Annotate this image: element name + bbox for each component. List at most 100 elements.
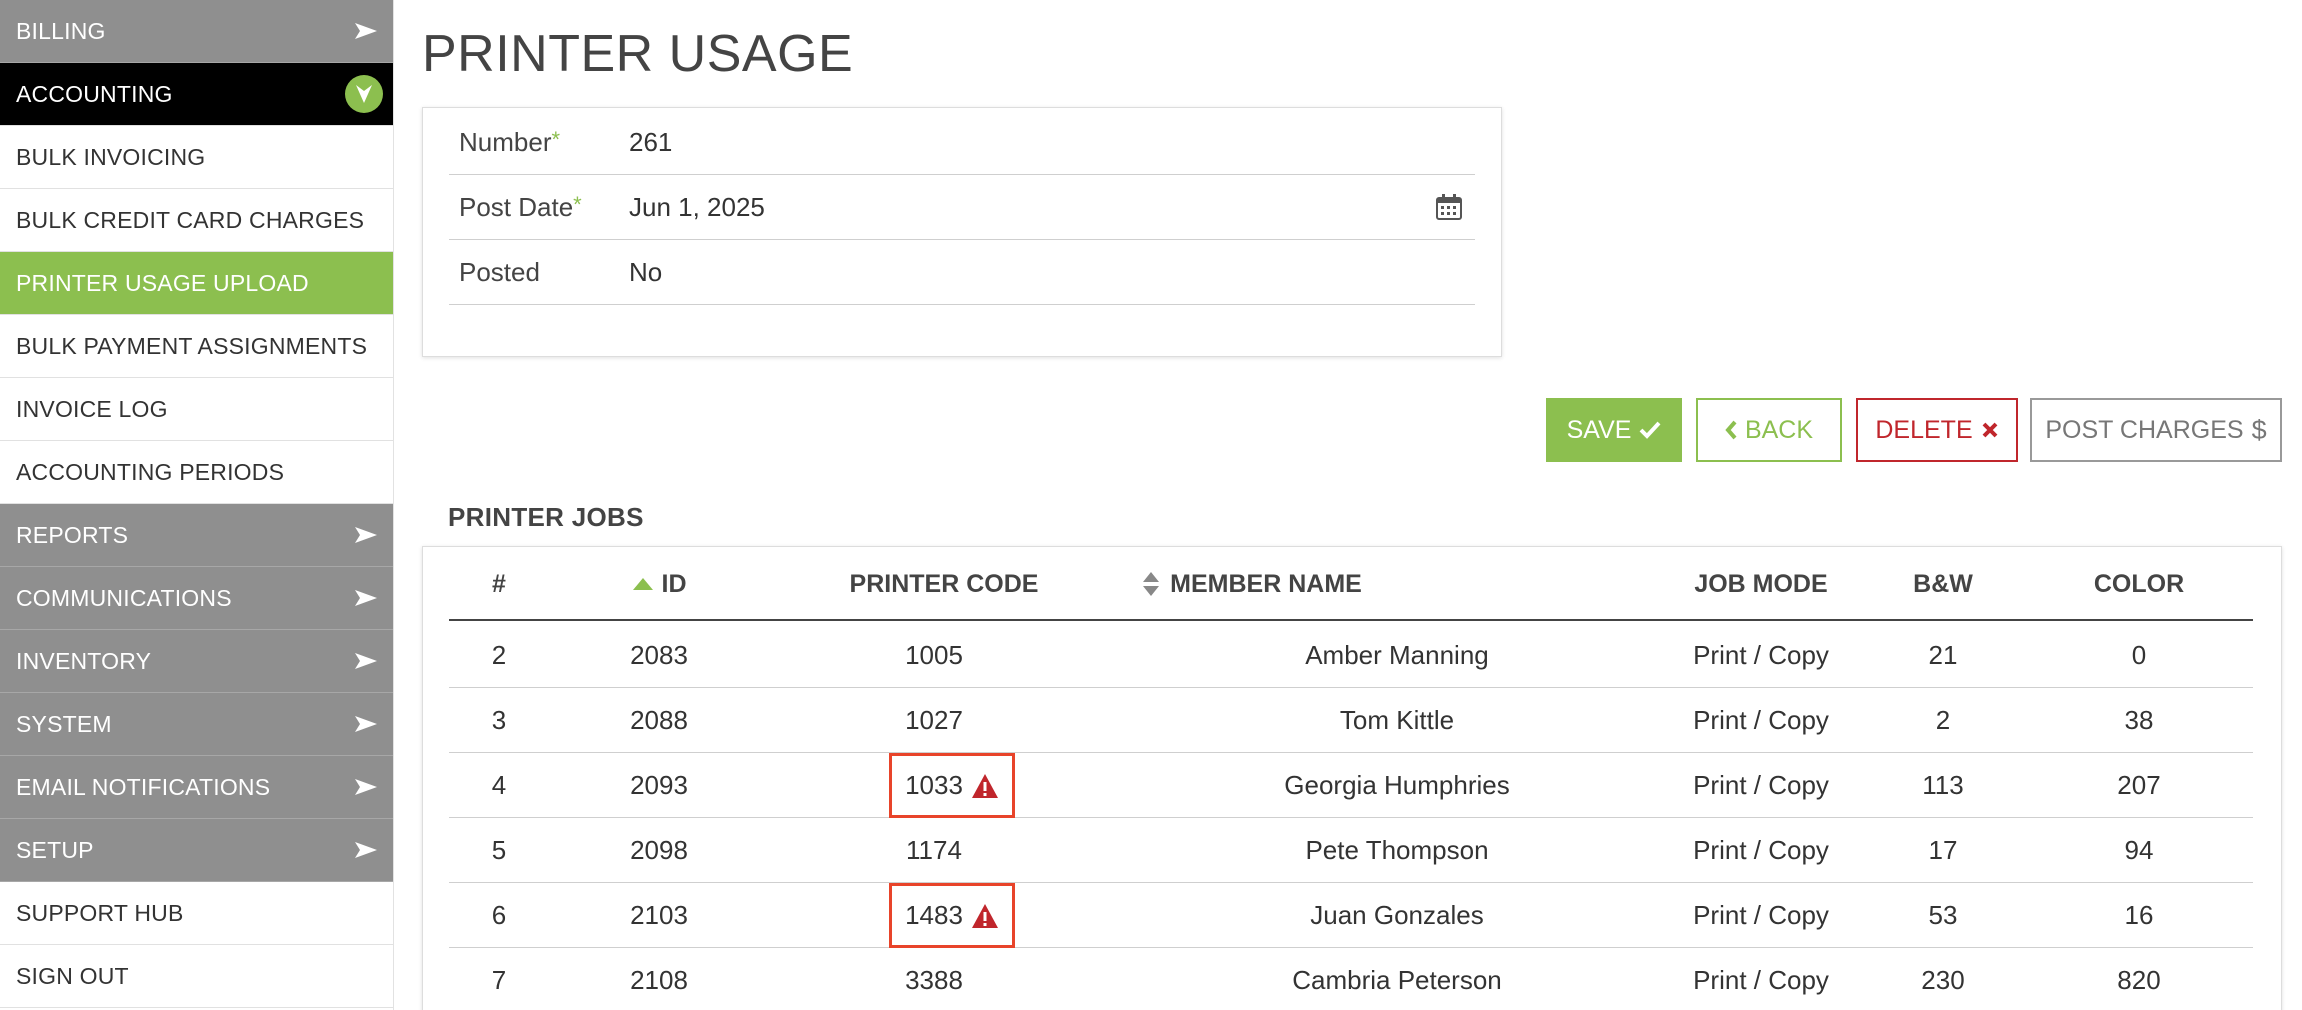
column-header-color[interactable]: COLOR [2079,547,2199,621]
sidebar-item-label: ACCOUNTING [16,80,173,107]
close-icon [1982,422,1998,438]
cell-job-mode: Print / Copy [1693,900,1829,930]
column-header-job-mode[interactable]: JOB MODE [1681,547,1841,621]
sidebar-item-label: INVOICE LOG [16,395,168,422]
sidebar-item-bulk-invoicing[interactable]: BULK INVOICING [0,126,393,189]
printer-usage-form: Number* 261 Post Date* Jun 1, 2025 Poste… [422,107,1502,357]
cell-job-mode: Print / Copy [1693,965,1829,995]
arrow-right-icon [355,23,377,39]
sidebar-item-label: REPORTS [16,521,129,548]
column-header-printer-code[interactable]: PRINTER CODE [844,547,1044,621]
delete-button-label: DELETE [1875,415,1973,444]
cell-bw: 53 [1928,900,1958,930]
back-button-label: BACK [1744,415,1814,444]
cell-num: 5 [491,835,507,865]
column-header-bw[interactable]: B&W [1903,547,1983,621]
cell-color: 207 [2117,770,2161,800]
cell-job-mode: Print / Copy [1693,835,1829,865]
cell-num: 3 [491,705,507,735]
cell-color: 820 [2117,965,2161,995]
sidebar-item-email-notifications[interactable]: EMAIL NOTIFICATIONS [0,756,393,819]
sidebar-item-accounting-periods[interactable]: ACCOUNTING PERIODS [0,441,393,504]
table-row[interactable]: 5 2098 1174 Pete Thompson Print / Copy 17 94 [449,818,2253,883]
sidebar-item-label: ACCOUNTING PERIODS [16,458,285,485]
printer-code-warning: 1483 [889,883,1015,948]
main-content: PRINTER USAGE Number* 261 Post Date* Jun… [394,0,2302,1010]
sidebar-item-support-hub[interactable]: SUPPORT HUB [0,882,393,945]
sidebar-item-invoice-log[interactable]: INVOICE LOG [0,378,393,441]
post-date-row: Post Date* Jun 1, 2025 [449,175,1475,240]
cell-bw: 17 [1928,835,1958,865]
cell-id: 2098 [630,835,688,865]
number-field[interactable]: 261 [629,127,672,158]
save-button[interactable]: SAVE [1546,398,1682,462]
sidebar-item-system[interactable]: SYSTEM [0,693,393,756]
arrow-right-icon [355,842,377,858]
printer-jobs-table: # ID PRINTER CODE MEMBER NAME JOB MODE B… [422,546,2282,1010]
sidebar-nav: BILLING ACCOUNTING BULK INVOICING BULK C… [0,0,394,1010]
cell-member-name: Pete Thompson [1305,835,1489,865]
table-header: # ID PRINTER CODE MEMBER NAME JOB MODE B… [449,547,2253,621]
save-button-label: SAVE [1566,415,1632,444]
sort-icon [1143,572,1160,596]
table-row[interactable]: 3 2088 1027 Tom Kittle Print / Copy 2 38 [449,688,2253,753]
printer-code-value: 1174 [906,835,962,865]
cell-member-name: Tom Kittle [1339,705,1455,735]
sidebar-item-inventory[interactable]: INVENTORY [0,630,393,693]
cell-bw: 21 [1928,640,1958,670]
table-row[interactable]: 4 2093 1033 Georgia Humphries Print / Copy 11… [449,753,2253,818]
sort-asc-icon [632,578,653,590]
printer-code-value: 1005 [905,640,963,670]
cell-bw: 230 [1921,965,1965,995]
calendar-icon[interactable] [1435,193,1463,221]
printer-code-value: 1027 [905,705,963,735]
cell-member-name: Juan Gonzales [1310,900,1484,930]
printer-code-value: 3388 [905,965,963,995]
cell-id: 2083 [630,640,688,670]
cell-num: 4 [491,770,507,800]
cell-color: 94 [2124,835,2154,865]
sidebar-item-bulk-credit-card-charges[interactable]: BULK CREDIT CARD CHARGES [0,189,393,252]
sidebar-item-setup[interactable]: SETUP [0,819,393,882]
delete-button[interactable]: DELETE [1856,398,2018,462]
sidebar-item-label: COMMUNICATIONS [16,584,232,611]
page-title: PRINTER USAGE [422,25,854,83]
sidebar-item-printer-usage-upload[interactable]: PRINTER USAGE UPLOAD [0,252,393,315]
arrow-right-icon [355,716,377,732]
cell-job-mode: Print / Copy [1693,705,1829,735]
cell-color: 0 [2131,640,2147,670]
back-button[interactable]: BACK [1696,398,1842,462]
printer-code-value: 1033 [905,770,963,800]
table-row[interactable]: 2 2083 1005 Amber Manning Print / Copy 21 0 [449,623,2253,688]
sidebar-item-label: BULK PAYMENT ASSIGNMENTS [16,332,368,359]
cell-printer-code: 1174 [889,818,979,883]
column-header-id[interactable]: ID [599,547,719,621]
table-row[interactable]: 6 2103 1483 Juan Gonzales Print / Copy 53 16 [449,883,2253,948]
table-row[interactable]: 7 2108 3388 Cambria Peterson Print / Copy 230… [449,948,2253,1010]
warning-icon[interactable] [971,903,999,929]
cell-num: 7 [491,965,507,995]
sidebar-item-label: BULK CREDIT CARD CHARGES [16,206,365,233]
printer-code-warning: 1033 [889,753,1015,818]
post-date-label: Post Date* [459,191,582,222]
sidebar-item-accounting[interactable]: ACCOUNTING [0,63,393,126]
posted-label: Posted [459,256,540,287]
cell-member-name: Georgia Humphries [1284,770,1510,800]
sidebar-item-sign-out[interactable]: SIGN OUT [0,945,393,1008]
sidebar-item-label: EMAIL NOTIFICATIONS [16,773,271,800]
sidebar-item-billing[interactable]: BILLING [0,0,393,63]
sidebar-item-bulk-payment-assignments[interactable]: BULK PAYMENT ASSIGNMENTS [0,315,393,378]
post-date-field[interactable]: Jun 1, 2025 [629,192,765,223]
column-header-member-name[interactable]: MEMBER NAME [1117,547,1387,621]
post-charges-button-label: POST CHARGES [2045,415,2244,444]
sidebar-item-label: SYSTEM [16,710,112,737]
column-header-num[interactable]: # [479,547,519,621]
chevron-down-icon [345,75,383,113]
checkmark-icon [1640,421,1661,439]
warning-icon[interactable] [971,773,999,799]
sidebar-item-communications[interactable]: COMMUNICATIONS [0,567,393,630]
chevron-left-icon [1725,420,1737,440]
sidebar-item-reports[interactable]: REPORTS [0,504,393,567]
cell-num: 2 [491,640,507,670]
post-charges-button[interactable]: POST CHARGES $ [2030,398,2282,462]
